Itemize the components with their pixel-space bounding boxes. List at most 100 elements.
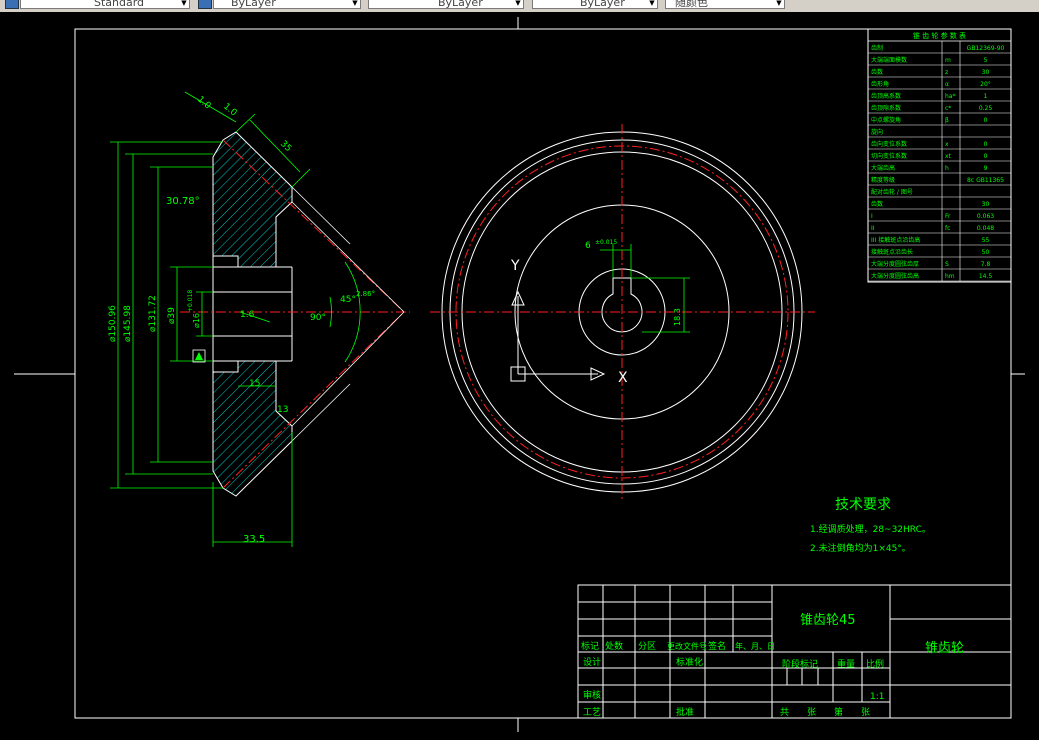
- param-symbol: z: [945, 69, 948, 76]
- tb-design: 设计: [583, 656, 601, 668]
- dim-d-pitch: ⌀145.98: [123, 305, 133, 342]
- dim-keyway-width: 6: [585, 241, 591, 251]
- center-lines: [430, 124, 815, 502]
- param-label: 齿数: [871, 200, 883, 208]
- param-value: 7.8: [981, 261, 991, 268]
- drawing-name: 锥齿轮: [925, 641, 964, 656]
- param-value: 0: [984, 153, 988, 160]
- param-value: 0: [984, 141, 988, 148]
- param-label: 中点螺旋角: [871, 116, 901, 124]
- drawing-canvas[interactable]: 1.0 1.0 35 30.78° ⌀150.96 ⌀145.98 ⌀131.7…: [0, 12, 1039, 740]
- param-symbol: h: [945, 165, 949, 172]
- dim-d-outer: ⌀150.96: [108, 305, 118, 342]
- param-symbol: ha*: [945, 93, 955, 100]
- param-value: 14.5: [979, 273, 993, 280]
- dim-keyway-depth: 18.3: [673, 308, 682, 326]
- tb-zone: 分区: [638, 641, 656, 652]
- dim-chamfer-b: 1.0: [221, 102, 239, 119]
- tb-sheets: 共 张 第 张: [780, 706, 870, 718]
- param-value: 0.048: [977, 225, 994, 232]
- dim-keyway-tol: ±0.015: [595, 239, 617, 246]
- chevron-down-icon[interactable]: ▼: [647, 0, 657, 8]
- param-label: 齿制: [871, 44, 883, 52]
- linetype-value: ByLayer: [438, 0, 483, 9]
- tb-count: 处数: [605, 640, 623, 652]
- param-value: 5: [984, 57, 988, 64]
- roughness-symbol: [192, 349, 206, 363]
- param-label: 齿向变位系数: [871, 140, 907, 148]
- param-label: 配对齿轮 / 图号: [871, 188, 913, 196]
- param-symbol: fc: [945, 225, 950, 232]
- chevron-down-icon[interactable]: ▼: [350, 0, 360, 8]
- linetype-combo[interactable]: ByLayer ▼: [368, 0, 524, 9]
- param-label: 齿顶隙系数: [871, 104, 901, 112]
- text-style-value: Standard: [94, 0, 145, 9]
- section-view: 1.0 1.0 35 30.78° ⌀150.96 ⌀145.98 ⌀131.7…: [108, 91, 410, 547]
- param-value: 30: [982, 201, 990, 208]
- tech-line-1: 1.经调质处理，28~32HRC。: [810, 523, 931, 535]
- param-label: I: [871, 213, 873, 220]
- dim-d-hub: ⌀39: [167, 307, 177, 324]
- param-symbol: x: [945, 141, 949, 148]
- dim-d-bore: ⌀16: [192, 313, 201, 328]
- properties-toolbar: Standard ▼ ByLayer ▼ ByLayer ▼ ByLayer ▼…: [0, 0, 1039, 12]
- dim-hub-len: 15: [249, 379, 260, 389]
- param-symbol: xt: [945, 153, 952, 160]
- tb-craft: 工艺: [583, 707, 601, 718]
- tb-scale-label: 比例: [866, 658, 884, 670]
- lineweight-value: ByLayer: [580, 0, 625, 9]
- layer-value: ByLayer: [231, 0, 276, 9]
- param-value: 30: [982, 69, 990, 76]
- tb-docno: 更改文件号: [667, 641, 707, 651]
- param-label: 切向变位系数: [871, 152, 907, 160]
- layer-icon[interactable]: [198, 0, 212, 9]
- param-value: 20°: [980, 81, 991, 88]
- title-block: 锥齿轮45 锥齿轮 标记 处数 分区 更改文件号 签名 年、月、日 设计 标准化…: [577, 584, 1012, 719]
- tb-weight: 重量: [837, 658, 855, 670]
- param-value: GB12369-90: [967, 45, 1005, 52]
- dim-angle-small: 2.86°: [356, 290, 375, 298]
- param-label: III 接触斑点沿齿高: [871, 236, 920, 244]
- part-name: 锥齿轮45: [800, 613, 856, 628]
- param-symbol: Fr: [945, 213, 951, 220]
- tb-date: 年、月、日: [735, 641, 775, 651]
- ucs-icon: [510, 290, 606, 382]
- color-combo[interactable]: 随颜色 ▼: [665, 0, 785, 9]
- lineweight-combo[interactable]: ByLayer ▼: [532, 0, 658, 9]
- dim-bore-tol: +0.018: [187, 290, 194, 312]
- tech-line-2: 2.未注倒角均为1×45°。: [810, 542, 911, 554]
- chevron-down-icon[interactable]: ▼: [513, 0, 523, 8]
- layer-combo[interactable]: ByLayer ▼: [213, 0, 361, 9]
- tb-stage: 阶段标记: [782, 658, 818, 670]
- chevron-down-icon[interactable]: ▼: [179, 0, 189, 8]
- ucs-y-label: Y: [510, 258, 520, 274]
- param-value: 50: [982, 249, 990, 256]
- dim-cone-len: 13: [277, 405, 288, 415]
- dim-chamfer-a: 1.0: [195, 95, 213, 112]
- ucs-x-label: X: [618, 370, 628, 386]
- chevron-down-icon[interactable]: ▼: [774, 0, 784, 8]
- dim-d-root: ⌀131.72: [148, 295, 158, 332]
- param-label: 齿数: [871, 68, 883, 76]
- param-value: 0.25: [979, 105, 993, 112]
- param-symbol: m: [945, 57, 951, 64]
- param-label: 大端齿高: [871, 164, 895, 172]
- front-view: 6 ±0.015 18.3 Y X: [430, 124, 815, 502]
- param-label: 接触斑点沿齿长: [871, 248, 913, 256]
- text-style-combo[interactable]: Standard ▼: [20, 0, 190, 9]
- text-style-icon[interactable]: [5, 0, 19, 9]
- param-label: 旋向: [871, 128, 883, 136]
- technical-requirements: 技术要求 1.经调质处理，28~32HRC。 2.未注倒角均为1×45°。: [810, 497, 931, 554]
- tb-scale: 1:1: [870, 692, 884, 702]
- tb-approve: 批准: [676, 706, 694, 718]
- param-label: 大端端面模数: [871, 56, 907, 64]
- dim-angle-top: 30.78°: [166, 196, 200, 207]
- dim-total-width: 33.5: [243, 534, 265, 545]
- dim-roughness: 1.6: [240, 310, 255, 320]
- tb-standard: 标准化: [676, 656, 703, 668]
- param-value: 0.063: [977, 213, 994, 220]
- param-symbol: S: [945, 261, 949, 268]
- param-symbol: c*: [945, 105, 951, 112]
- param-symbol: β: [945, 117, 949, 124]
- param-table: 锥 齿 轮 参 数 表齿制 GB12369-90 大端端面模数 m 5 齿数 z 30 齿形角 α…: [867, 28, 1012, 283]
